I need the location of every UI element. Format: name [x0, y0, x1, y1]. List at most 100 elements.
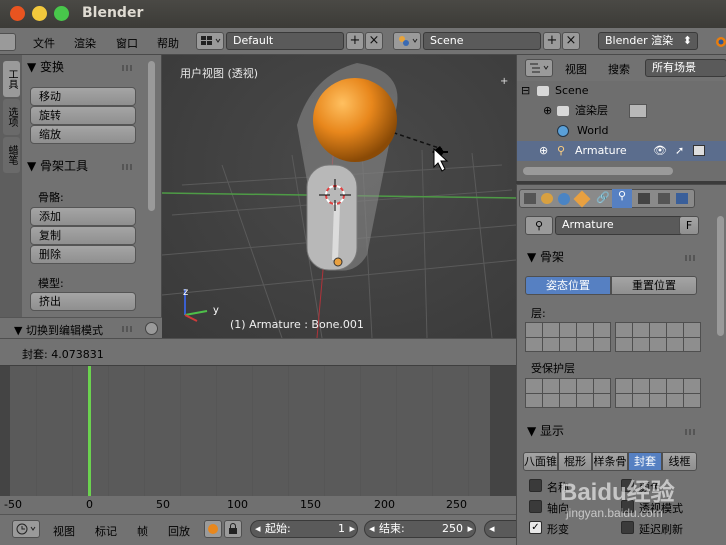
panel-display-title[interactable]: ▼ 显示	[527, 422, 564, 439]
menu-window[interactable]: 窗口	[116, 35, 138, 51]
modifier-tab-icon[interactable]: 🔗	[596, 191, 610, 204]
selectable-pointer-icon[interactable]: ➚	[675, 141, 684, 161]
world-tab-icon[interactable]	[558, 193, 570, 205]
timeline-ruler[interactable]	[0, 496, 516, 515]
scale-button[interactable]: 缩放	[30, 125, 136, 144]
layout-remove-button[interactable]: ×	[365, 32, 383, 50]
timeline-menu-frame[interactable]: 帧	[137, 523, 148, 539]
toggle-editmode-panel[interactable]: ▼ 切换到编辑模式	[0, 317, 162, 339]
chevron-left-icon[interactable]: ◂	[369, 521, 375, 537]
tab-tools[interactable]: 工具	[3, 61, 20, 97]
scene-add-button[interactable]: +	[543, 32, 561, 50]
grip-icon[interactable]	[122, 65, 134, 71]
minimize-window-button[interactable]	[32, 6, 47, 21]
armature-datablock-icon[interactable]: ⚲	[525, 216, 553, 235]
chevron-left-icon[interactable]: ◂	[489, 521, 495, 537]
armature-data-tab-icon[interactable]: ⚲	[612, 189, 632, 208]
outliner-scrollbar[interactable]	[523, 167, 673, 175]
menu-help[interactable]: 帮助	[157, 35, 179, 51]
outliner-row-scene[interactable]: ⊟ Scene	[517, 81, 726, 101]
display-wire-button[interactable]: 线框	[662, 452, 697, 471]
bone-delete-button[interactable]: 删除	[30, 245, 136, 264]
outliner-row-armature[interactable]: ⊕ ⚲ Armature 👁 ➚	[517, 141, 726, 161]
armature-name-field[interactable]: Armature	[555, 216, 695, 235]
tab-grease-pencil[interactable]: 蜡笔	[3, 137, 20, 173]
layers-grid-left[interactable]	[525, 322, 611, 352]
menu-file[interactable]: 文件	[33, 35, 55, 51]
outliner-filter-select[interactable]: 所有场景	[645, 59, 726, 77]
timeline-current-frame[interactable]	[88, 366, 91, 498]
tab-options[interactable]: 选项	[3, 99, 20, 135]
translate-button[interactable]: 移动	[30, 87, 136, 106]
timeline-editor[interactable]: -50 0 50 100 150 200 250	[0, 365, 516, 515]
info-editor-type-icon[interactable]	[0, 33, 16, 51]
grip-icon[interactable]	[122, 164, 134, 170]
maximize-window-button[interactable]	[54, 6, 69, 21]
render-engine-select[interactable]: Blender 渲染 ⬍	[598, 32, 698, 50]
expand-icon[interactable]: ⊕	[539, 141, 548, 161]
render-tab-icon[interactable]	[524, 193, 536, 204]
tool-shelf-scrollbar[interactable]	[148, 61, 155, 211]
layout-field[interactable]: Default	[226, 32, 344, 50]
renderable-camera-icon[interactable]	[693, 145, 705, 156]
timeline-menu-view[interactable]: 视图	[53, 523, 75, 539]
object-tab-icon[interactable]	[573, 190, 591, 208]
shapes-checkbox[interactable]: ✓	[529, 521, 542, 534]
extrude-button[interactable]: 挤出	[30, 292, 136, 311]
3d-viewport[interactable]: z y 用户视图 (透视) + (1) Armature : Bone.001	[162, 55, 516, 338]
bone-tab-icon[interactable]	[638, 193, 650, 204]
properties-scrollbar[interactable]	[717, 216, 724, 336]
end-frame-field[interactable]: ◂ 结束: 250 ▸	[364, 520, 476, 538]
timeline-menu-playback[interactable]: 回放	[168, 523, 190, 539]
bone-constraint-tab-icon[interactable]	[676, 193, 688, 204]
lock-icon[interactable]	[224, 520, 242, 538]
rest-position-button[interactable]: 重置位置	[611, 276, 697, 295]
timeline-menu-marker[interactable]: 标记	[95, 523, 117, 539]
outliner-search-menu[interactable]: 搜索	[608, 61, 630, 77]
expand-icon[interactable]: ⊕	[543, 101, 552, 121]
bone-add-button[interactable]: 添加	[30, 207, 136, 226]
protected-grid-left[interactable]	[525, 378, 611, 408]
collapse-icon[interactable]: ⊟	[521, 81, 530, 101]
constraint-tab-icon[interactable]	[658, 193, 670, 204]
bone-duplicate-button[interactable]: 复制	[30, 226, 136, 245]
outliner-row-render-layers[interactable]: ⊕ 渲染层	[517, 101, 726, 121]
start-frame-field[interactable]: ◂ 起始: 1 ▸	[250, 520, 358, 538]
panel-transform-title[interactable]: ▼ 变换	[27, 58, 64, 75]
preview-range-icon[interactable]	[204, 520, 222, 538]
timeline-clock-icon[interactable]	[12, 520, 40, 538]
grip-icon[interactable]	[685, 255, 697, 261]
scene-remove-button[interactable]: ×	[562, 32, 580, 50]
grip-icon[interactable]	[685, 429, 697, 435]
fake-user-button[interactable]: F	[679, 216, 699, 235]
menu-render[interactable]: 渲染	[74, 35, 96, 51]
display-bbone-button[interactable]: 样条骨	[592, 452, 628, 471]
scene-field[interactable]: Scene	[423, 32, 541, 50]
outliner-editor-icon[interactable]	[525, 59, 553, 77]
outliner-view-menu[interactable]: 视图	[565, 61, 587, 77]
pose-position-button[interactable]: 姿态位置	[525, 276, 611, 295]
rotate-button[interactable]: 旋转	[30, 106, 136, 125]
scene-tab-icon[interactable]	[541, 193, 553, 204]
protected-grid-right[interactable]	[615, 378, 701, 408]
names-checkbox[interactable]	[529, 479, 542, 492]
layout-grid-icon[interactable]	[196, 32, 224, 50]
panel-pin-icon[interactable]	[145, 322, 158, 335]
visibility-eye-icon[interactable]: 👁	[653, 141, 667, 161]
grip-icon[interactable]	[122, 326, 134, 332]
chevron-right-icon[interactable]: ▸	[349, 521, 355, 537]
chevron-right-icon[interactable]: ▸	[467, 521, 473, 537]
viewport-expand-icon[interactable]: +	[500, 77, 510, 87]
axes-checkbox[interactable]	[529, 500, 542, 513]
panel-armature-tools-title[interactable]: ▼ 骨架工具	[27, 157, 88, 174]
display-envelope-button[interactable]: 封套	[628, 452, 662, 471]
chevron-left-icon[interactable]: ◂	[255, 521, 261, 537]
panel-armature-title[interactable]: ▼ 骨架	[527, 248, 564, 265]
display-octahedral-button[interactable]: 八面锥	[523, 452, 558, 471]
outliner-row-world[interactable]: World	[517, 121, 726, 141]
layers-grid-right[interactable]	[615, 322, 701, 352]
scene-icon[interactable]	[393, 32, 421, 50]
layout-add-button[interactable]: +	[346, 32, 364, 50]
display-stick-button[interactable]: 棍形	[558, 452, 592, 471]
close-window-button[interactable]	[10, 6, 25, 21]
